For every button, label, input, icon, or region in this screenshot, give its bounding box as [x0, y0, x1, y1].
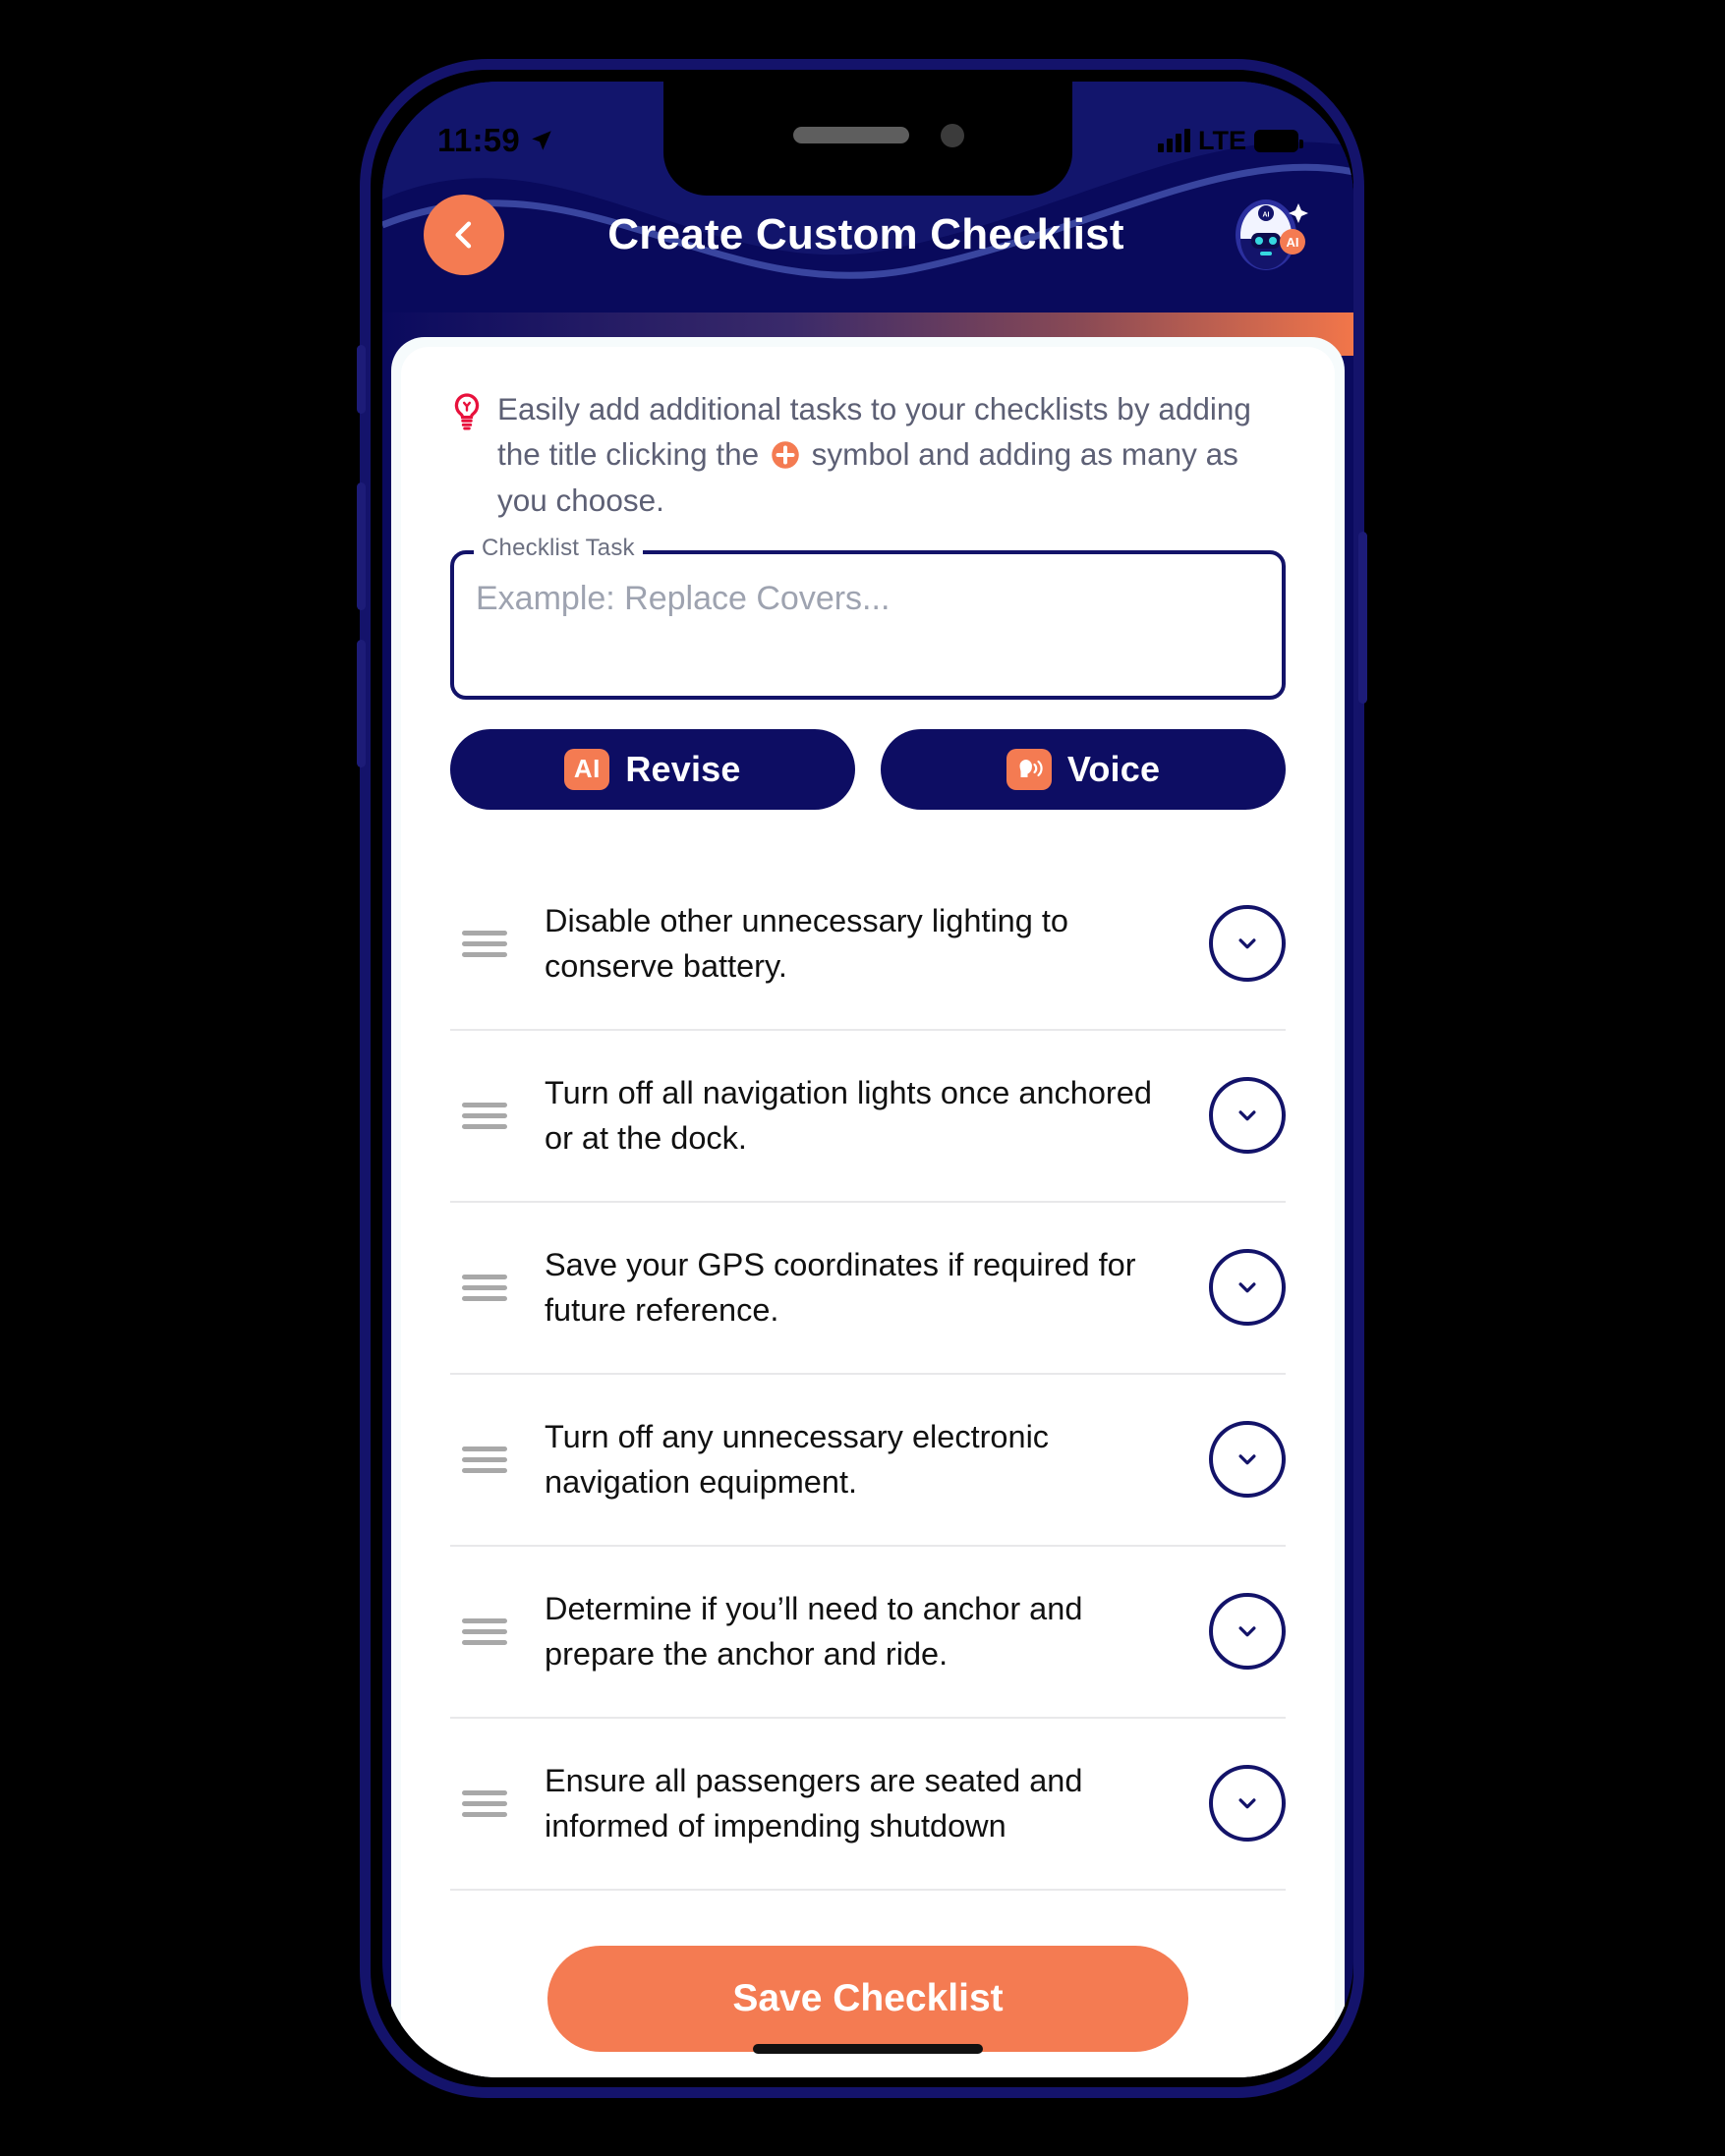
- table-row[interactable]: Save your GPS coordinates if required fo…: [450, 1203, 1286, 1375]
- checklist-task-label: Checklist Task: [474, 534, 643, 562]
- drag-handle-icon[interactable]: [450, 925, 545, 963]
- expand-task-button[interactable]: [1209, 1593, 1286, 1671]
- battery-icon: [1254, 129, 1303, 152]
- save-checklist-label: Save Checklist: [732, 1976, 1004, 2019]
- expand-task-button[interactable]: [1209, 1765, 1286, 1843]
- task-list: Disable other unnecessary lighting to co…: [450, 859, 1286, 1891]
- task-text: Determine if you’ll need to anchor and p…: [545, 1591, 1083, 1673]
- checklist-task-field[interactable]: Checklist Task Example: Replace Covers..…: [450, 534, 1286, 700]
- volume-up-button[interactable]: [357, 482, 366, 610]
- speaking-head-glyph: [1019, 759, 1043, 777]
- svg-text:AI: AI: [1263, 212, 1270, 219]
- header-bar: Create Custom Checklist AI AI: [382, 190, 1353, 280]
- home-indicator[interactable]: [753, 2044, 983, 2054]
- task-text: Disable other unnecessary lighting to co…: [545, 903, 1068, 985]
- expand-task-button[interactable]: [1209, 1249, 1286, 1327]
- ai-badge-label: AI: [1287, 235, 1299, 250]
- task-text: Turn off all navigation lights once anch…: [545, 1075, 1152, 1157]
- ai-assistant-button[interactable]: AI AI: [1228, 190, 1312, 280]
- task-text: Turn off any unnecessary electronic navi…: [545, 1419, 1050, 1501]
- task-text: Save your GPS coordinates if required fo…: [545, 1247, 1136, 1329]
- earpiece-speaker: [793, 127, 909, 143]
- revise-button-label: Revise: [625, 748, 741, 789]
- expand-task-button[interactable]: [1209, 1421, 1286, 1499]
- voice-button-label: Voice: [1066, 748, 1161, 789]
- table-row[interactable]: Turn off all navigation lights once anch…: [450, 1031, 1286, 1203]
- voice-speaking-icon: [1006, 748, 1052, 790]
- ai-robot-avatar-icon: AI AI: [1236, 199, 1308, 270]
- table-row[interactable]: Turn off any unnecessary electronic navi…: [450, 1375, 1286, 1547]
- drag-handle-icon[interactable]: [450, 1613, 545, 1651]
- task-text: Ensure all passengers are seated and inf…: [545, 1763, 1083, 1844]
- location-arrow-icon: [532, 131, 551, 150]
- chevron-down-icon: [1238, 1282, 1256, 1293]
- ai-badge-icon: AI: [564, 748, 610, 790]
- voice-button[interactable]: Voice: [881, 728, 1286, 810]
- chevron-down-icon: [1238, 1798, 1256, 1809]
- ai-badge-text: AI: [573, 754, 601, 784]
- content-sheet-inner: Easily add additional tasks to your chec…: [401, 347, 1335, 2077]
- screenshot-stage: 11:59 LTE Create Custom Checklist AI AI …: [0, 0, 1725, 2156]
- tip-banner: Easily add additional tasks to your chec…: [450, 382, 1286, 523]
- table-row[interactable]: Determine if you’ll need to anchor and p…: [450, 1547, 1286, 1719]
- drag-handle-icon[interactable]: [450, 1441, 545, 1479]
- network-type-label: LTE: [1198, 125, 1246, 155]
- chevron-down-icon: [1238, 1110, 1256, 1121]
- chevron-down-icon: [1238, 938, 1256, 949]
- chevron-down-icon: [1238, 1454, 1256, 1465]
- content-sheet: Easily add additional tasks to your chec…: [391, 337, 1345, 2077]
- status-bar-left: 11:59: [437, 122, 554, 159]
- checklist-task-placeholder: Example: Replace Covers...: [476, 579, 891, 617]
- app-header: 11:59 LTE Create Custom Checklist AI AI: [382, 82, 1353, 320]
- device-notch: [663, 82, 1072, 196]
- checklist-task-input[interactable]: Example: Replace Covers...: [450, 549, 1286, 700]
- expand-task-button[interactable]: [1209, 905, 1286, 983]
- expand-task-button[interactable]: [1209, 1077, 1286, 1155]
- table-row[interactable]: Ensure all passengers are seated and inf…: [450, 1719, 1286, 1891]
- lightbulb-icon: [454, 393, 480, 430]
- revise-button[interactable]: AI Revise: [450, 728, 855, 810]
- tip-text: Easily add additional tasks to your chec…: [497, 386, 1280, 523]
- chevron-down-icon: [1238, 1626, 1256, 1637]
- status-bar-right: LTE: [1158, 125, 1303, 156]
- phone-frame: 11:59 LTE Create Custom Checklist AI AI …: [357, 59, 1367, 2098]
- save-section: Save Checklist: [450, 1945, 1286, 2052]
- drag-handle-icon[interactable]: [450, 1097, 545, 1135]
- signal-bars-icon: [1158, 129, 1190, 152]
- power-button[interactable]: [1358, 532, 1367, 704]
- back-button[interactable]: [424, 195, 504, 275]
- save-checklist-button[interactable]: Save Checklist: [547, 1945, 1188, 2052]
- chevron-left-icon: [455, 221, 472, 249]
- drag-handle-icon[interactable]: [450, 1785, 545, 1823]
- action-buttons: AI Revise Voice: [450, 728, 1286, 810]
- silent-switch[interactable]: [357, 345, 366, 414]
- plus-circle-icon: [772, 441, 799, 470]
- volume-down-button[interactable]: [357, 640, 366, 767]
- front-camera: [941, 124, 964, 147]
- table-row[interactable]: Disable other unnecessary lighting to co…: [450, 859, 1286, 1031]
- phone-screen: 11:59 LTE Create Custom Checklist AI AI …: [382, 82, 1353, 2077]
- drag-handle-icon[interactable]: [450, 1269, 545, 1307]
- status-bar-time: 11:59: [437, 122, 521, 158]
- page-title: Create Custom Checklist: [607, 210, 1124, 259]
